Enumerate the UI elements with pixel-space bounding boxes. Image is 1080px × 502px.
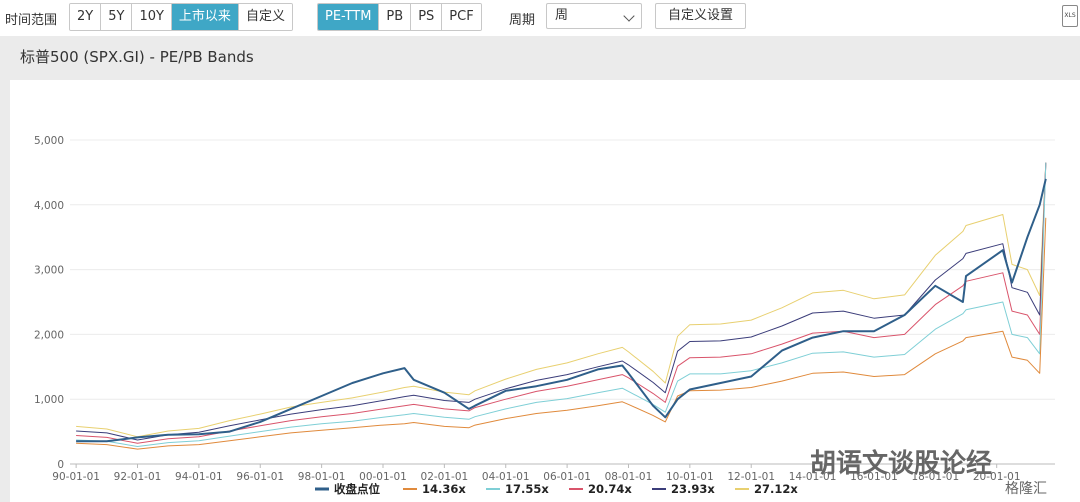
metric-button-pb[interactable]: PB — [379, 4, 412, 30]
range-button-5y[interactable]: 5Y — [101, 4, 133, 30]
metric-button-ps[interactable]: PS — [411, 4, 443, 30]
x-tick-label: 90-01-01 — [52, 471, 100, 483]
legend-label: 收盘点位 — [334, 482, 380, 496]
period-select-value: 周 — [555, 8, 569, 23]
series-line-band — [76, 217, 1047, 450]
chart-area: 5,000 4,000 3,000 2,000 1,000 0 90-01-01 92-01-… — [10, 80, 1080, 502]
x-tick-label: 06-01-01 — [543, 471, 591, 483]
x-tick-label: 92-01-01 — [114, 471, 162, 483]
range-button-since-listing[interactable]: 上市以来 — [171, 4, 239, 30]
legend-label: 20.74x — [588, 482, 632, 496]
legend-label: 27.12x — [754, 482, 798, 496]
y-tick-label: 2,000 — [34, 329, 64, 341]
metric-button-pe-ttm[interactable]: PE-TTM — [318, 4, 380, 30]
y-tick-label: 0 — [57, 459, 64, 471]
y-tick-label: 3,000 — [34, 265, 64, 277]
chevron-down-icon — [623, 10, 635, 22]
legend-label: 23.93x — [671, 482, 715, 496]
watermark-logo: 格隆汇 — [1005, 481, 1047, 497]
export-xls-icon[interactable]: XLS — [1062, 5, 1078, 27]
metric-group: PE-TTM PB PS PCF — [317, 3, 482, 31]
x-tick-label: 96-01-01 — [236, 471, 284, 483]
watermark-text: 胡语文谈股论经 — [810, 449, 993, 479]
custom-settings-button[interactable]: 自定义设置 — [655, 3, 747, 29]
series-line-index — [76, 178, 1047, 443]
time-range-group: 2Y 5Y 10Y 上市以来 自定义 — [69, 3, 293, 31]
toolbar: 时间范围 2Y 5Y 10Y 上市以来 自定义 PE-TTM PB PS PCF… — [0, 0, 1080, 34]
metric-button-pcf[interactable]: PCF — [442, 4, 481, 30]
pe-band-chart: 5,000 4,000 3,000 2,000 1,000 090-01-01 92-01-… — [34, 135, 1055, 496]
range-button-10y[interactable]: 10Y — [132, 4, 172, 30]
time-range-label: 时间范围 — [5, 13, 58, 28]
range-button-2y[interactable]: 2Y — [70, 4, 102, 30]
series-line-band — [76, 162, 1047, 438]
period-label: 周期 — [509, 13, 536, 28]
y-tick-label: 1,000 — [34, 394, 64, 406]
y-tick-label: 4,000 — [34, 200, 64, 212]
range-button-custom[interactable]: 自定义 — [238, 4, 292, 30]
chart-panel: 标普500 (SPX.GI) - PE/PB Bands 5,000 4,000 3… — [0, 36, 1080, 502]
legend-label: 14.36x — [422, 482, 466, 496]
series-line-band — [76, 162, 1047, 441]
y-tick-label: 5,000 — [34, 135, 64, 147]
x-tick-label: 94-01-01 — [175, 471, 223, 483]
chart-title: 标普500 (SPX.GI) - PE/PB Bands — [20, 48, 254, 66]
period-select[interactable]: 周 — [546, 3, 642, 29]
legend-label: 17.55x — [505, 482, 549, 496]
